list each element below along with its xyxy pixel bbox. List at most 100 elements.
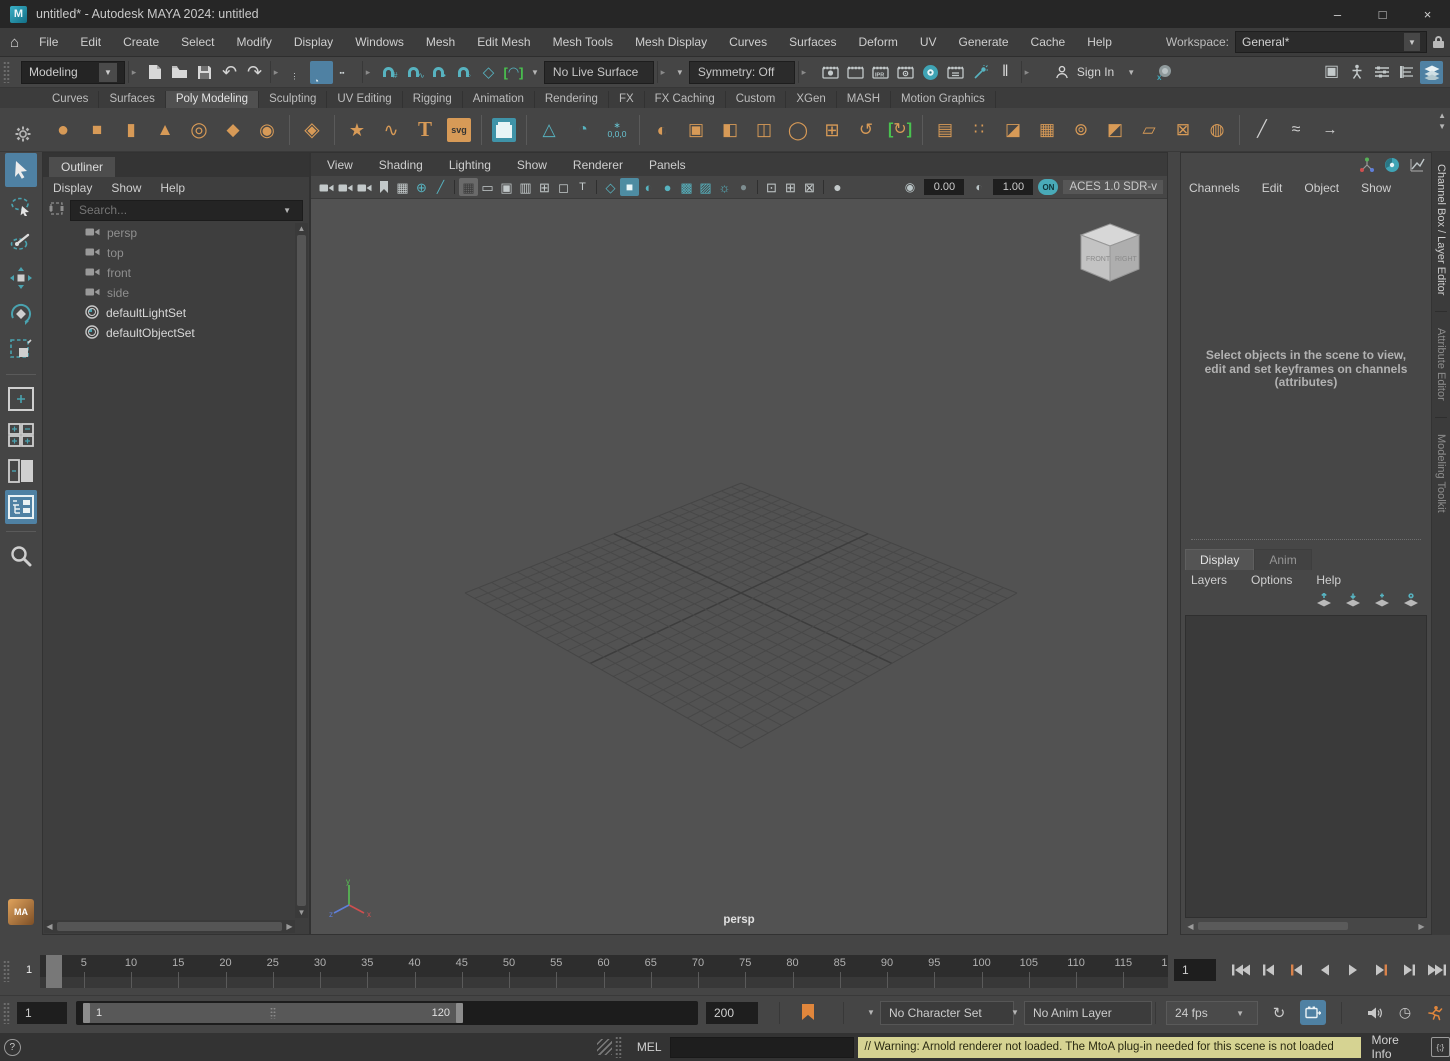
poly-sphere-button[interactable]: ● xyxy=(48,114,78,146)
boolean-union-button[interactable]: ◐ xyxy=(647,114,677,146)
tool-settings-toggle[interactable] xyxy=(1395,61,1418,84)
panel-menu-shading[interactable]: Shading xyxy=(379,158,423,172)
shelf-tab-rigging[interactable]: Rigging xyxy=(403,91,463,108)
step-forward-key-button[interactable] xyxy=(1368,956,1394,984)
color-management-toggle[interactable]: ON xyxy=(1038,179,1058,195)
open-scene-icon[interactable] xyxy=(168,61,191,84)
command-input[interactable] xyxy=(670,1037,854,1058)
scroll-right-icon[interactable]: ▶ xyxy=(284,922,295,931)
sidebar-tab-attribute-editor[interactable]: Attribute Editor xyxy=(1435,316,1447,413)
drag-grip[interactable] xyxy=(3,61,10,83)
speed-dial-icon[interactable] xyxy=(1384,157,1400,176)
annotate-icon[interactable]: ╱ xyxy=(431,178,450,196)
platonic-solid-button[interactable]: ◈ xyxy=(297,114,327,146)
poly-disc-button[interactable]: ◉ xyxy=(252,114,282,146)
bevel-edges-button[interactable]: ◪ xyxy=(998,114,1028,146)
bookmark-add-icon[interactable]: + xyxy=(802,1004,814,1020)
chevron-down-icon[interactable]: ▼ xyxy=(1438,123,1446,131)
outliner-vscrollbar[interactable]: ▲ ▼ xyxy=(295,223,308,918)
menu-windows[interactable]: Windows xyxy=(344,35,415,49)
xray-icon[interactable]: ▨ xyxy=(696,178,715,196)
poly-cylinder-button[interactable]: ▮ xyxy=(116,114,146,146)
layer-move-up-icon[interactable] xyxy=(1315,593,1334,612)
shelf-tab-sculpting[interactable]: Sculpting xyxy=(259,91,327,108)
menu-mesh[interactable]: Mesh xyxy=(415,35,466,49)
section-divider[interactable]: ▸ xyxy=(270,61,281,83)
playhead[interactable] xyxy=(46,955,62,988)
zero-transforms-button[interactable]: ∗0,0,0 xyxy=(602,114,632,146)
modeling-toolkit-toggle[interactable]: ▣ xyxy=(1320,61,1343,84)
outliner-menu-help[interactable]: Help xyxy=(160,181,196,195)
range-center-grip[interactable] xyxy=(270,1007,276,1019)
menu-file[interactable]: File xyxy=(28,35,69,49)
graph-icon[interactable] xyxy=(1409,157,1425,176)
time-slider[interactable]: 5101520253035404550556065707580859095100… xyxy=(40,955,1168,988)
menu-select[interactable]: Select xyxy=(170,35,225,49)
construction-aim-button[interactable]: △ xyxy=(534,114,564,146)
lighting-icon[interactable]: ☼ xyxy=(715,178,734,196)
modeling-toolkit-button[interactable] xyxy=(489,114,519,146)
curve-warp-button[interactable]: → xyxy=(1315,114,1345,146)
shelf-tab-custom[interactable]: Custom xyxy=(726,91,787,108)
search-commands-icon[interactable]: x xyxy=(1152,61,1175,84)
chevron-down-icon[interactable]: ▼ xyxy=(526,68,544,77)
range-end-handle[interactable] xyxy=(456,1003,463,1023)
chevron-down-icon[interactable]: ▼ xyxy=(862,1008,880,1017)
play-forwards-button[interactable] xyxy=(1340,956,1366,984)
textured-icon[interactable]: ◐ xyxy=(639,178,658,196)
play-backwards-button[interactable] xyxy=(1312,956,1338,984)
select-tool[interactable] xyxy=(5,153,37,187)
sphere-projection-button[interactable]: ◍ xyxy=(1202,114,1232,146)
go-to-start-button[interactable] xyxy=(1228,956,1254,984)
shelf-tab-animation[interactable]: Animation xyxy=(463,91,535,108)
undo-icon[interactable]: ↶ xyxy=(218,61,241,84)
safe-action-icon[interactable]: ◻ xyxy=(554,178,573,196)
shelf-tab-xgen[interactable]: XGen xyxy=(786,91,836,108)
scroll-right-icon[interactable]: ▶ xyxy=(1416,922,1427,931)
attribute-editor-toggle[interactable] xyxy=(1370,61,1393,84)
playback-loop-toggle[interactable]: ↻ xyxy=(1266,1000,1292,1025)
menu-curves[interactable]: Curves xyxy=(718,35,778,49)
extrude-faces-button[interactable]: ▤ xyxy=(930,114,960,146)
outliner-menu-display[interactable]: Display xyxy=(53,181,103,195)
shelf-tab-fx[interactable]: FX xyxy=(609,91,645,108)
outliner-item-top[interactable]: top xyxy=(43,243,295,263)
sidebar-tab-modeling-toolkit[interactable]: Modeling Toolkit xyxy=(1435,422,1447,525)
channel-menu-object[interactable]: Object xyxy=(1304,181,1339,195)
shelf-tab-mash[interactable]: MASH xyxy=(837,91,891,108)
layout-four-pane[interactable] xyxy=(5,418,37,452)
image-plane-icon[interactable]: ▦ xyxy=(393,178,412,196)
layer-list[interactable] xyxy=(1185,615,1427,918)
scrollbar-thumb[interactable] xyxy=(1198,922,1348,930)
layout-single-pane[interactable] xyxy=(5,382,37,416)
select-object-icon[interactable]: ◔ xyxy=(310,61,333,84)
snap-view-plane-icon[interactable]: ◇ xyxy=(477,61,500,84)
anim-layer-select[interactable]: No Anim Layer xyxy=(1024,1001,1152,1025)
script-editor-icon[interactable]: {;} xyxy=(1431,1037,1450,1057)
rotate-tool[interactable] xyxy=(5,297,37,331)
redo-icon[interactable]: ↷ xyxy=(243,61,266,84)
drag-grip[interactable] xyxy=(3,1002,10,1024)
film-gate-icon[interactable]: ▭ xyxy=(478,178,497,196)
panel-menu-view[interactable]: View xyxy=(327,158,353,172)
scale-tool[interactable] xyxy=(5,333,37,367)
menu-uv[interactable]: UV xyxy=(909,35,948,49)
workspace-select[interactable]: General* ▼ xyxy=(1235,31,1427,53)
minimize-button[interactable]: – xyxy=(1315,0,1360,28)
shelf-tab-motion-graphics[interactable]: Motion Graphics xyxy=(891,91,996,108)
search-input[interactable] xyxy=(77,202,278,218)
section-divider[interactable]: ▸ xyxy=(362,61,373,83)
outliner-tab[interactable]: Outliner xyxy=(49,157,115,177)
layer-tab-anim[interactable]: Anim xyxy=(1254,549,1311,570)
layer-menu-options[interactable]: Options xyxy=(1251,573,1292,587)
panel-menu-lighting[interactable]: Lighting xyxy=(449,158,491,172)
outliner-hscrollbar[interactable]: ◀ ▶ xyxy=(44,920,295,933)
smooth-mesh-button[interactable]: ◯ xyxy=(783,114,813,146)
isolate-remove-icon[interactable]: ⊠ xyxy=(800,178,819,196)
range-start-handle[interactable] xyxy=(83,1003,90,1023)
move-tool[interactable] xyxy=(5,261,37,295)
anim-end-field[interactable]: 200 xyxy=(706,1002,758,1024)
shelf-tab-rendering[interactable]: Rendering xyxy=(535,91,609,108)
layer-menu-help[interactable]: Help xyxy=(1316,573,1341,587)
home-icon[interactable]: ⌂ xyxy=(0,34,28,51)
